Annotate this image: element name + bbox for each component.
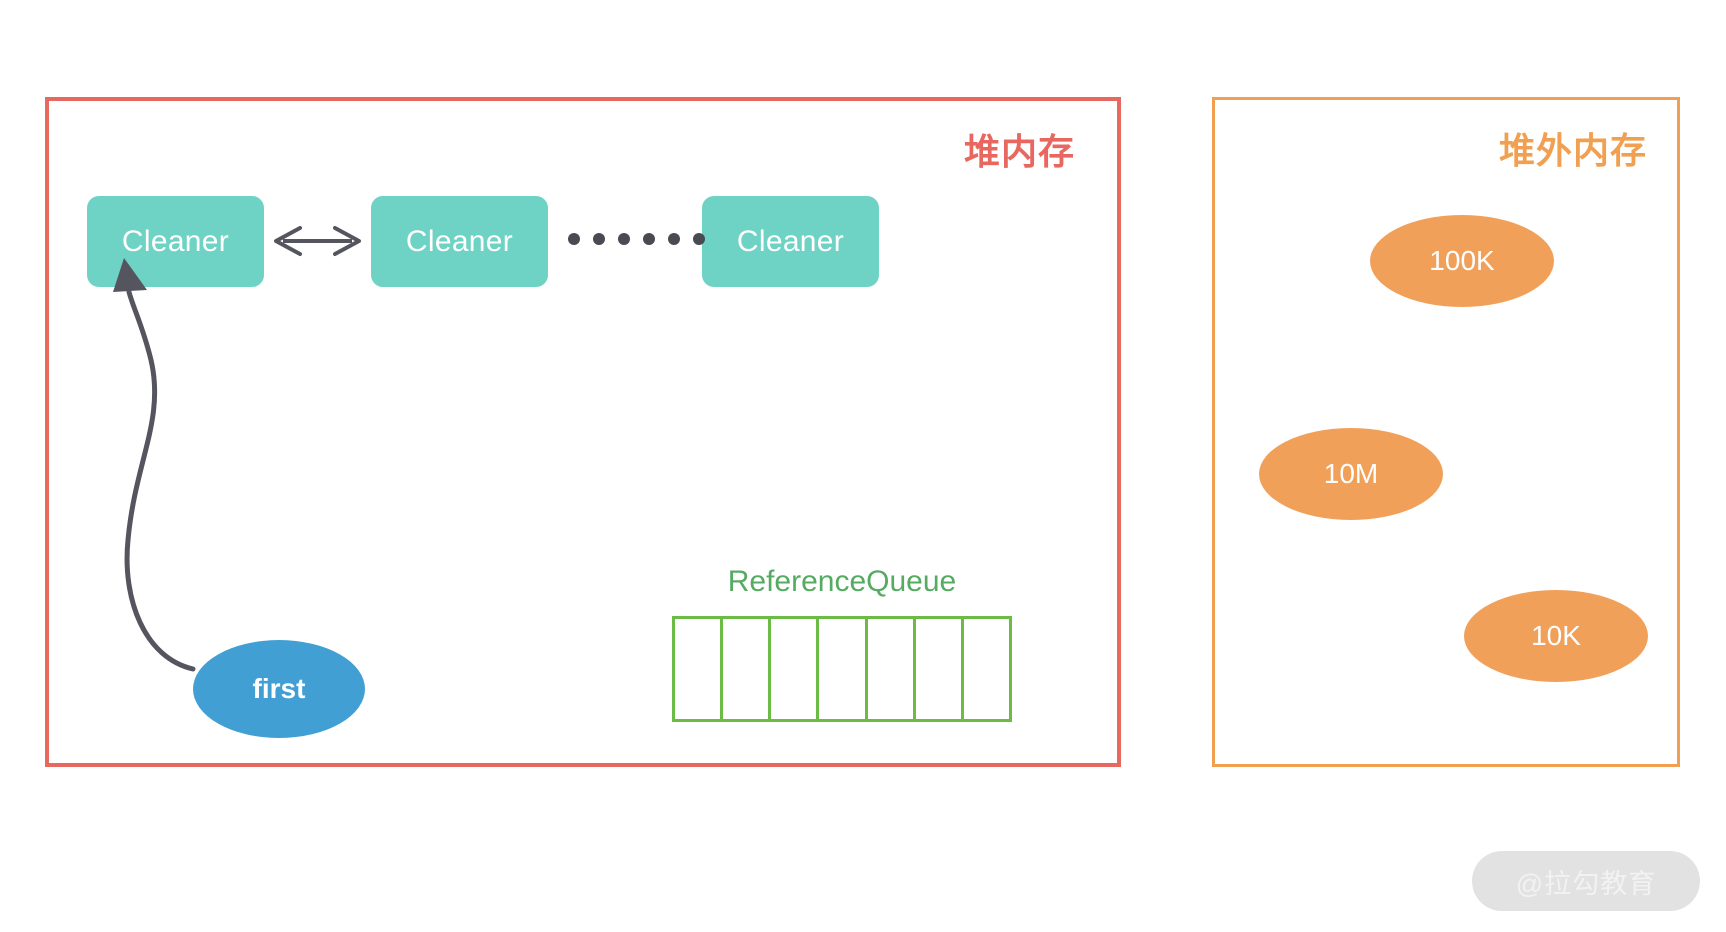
cleaner-node-1: Cleaner	[87, 196, 264, 287]
queue-cell	[964, 619, 1009, 719]
offheap-object-10m: 10M	[1259, 428, 1443, 520]
ellipsis-dot	[668, 233, 680, 245]
ellipsis-dot	[643, 233, 655, 245]
cleaner-node-2: Cleaner	[371, 196, 548, 287]
watermark-text: @拉勾教育	[1515, 868, 1657, 899]
first-reference-node: first	[193, 640, 365, 738]
ellipsis-dot	[568, 233, 580, 245]
ellipsis-dot	[593, 233, 605, 245]
cleaner-node-1-label: Cleaner	[121, 224, 230, 258]
first-reference-label: first	[252, 673, 306, 704]
queue-cell	[868, 619, 916, 719]
offheap-memory-label: 堆外内存	[1498, 130, 1647, 171]
offheap-object-10k: 10K	[1464, 590, 1648, 682]
ellipsis-dot	[618, 233, 630, 245]
cleaner-node-3-label: Cleaner	[736, 224, 845, 258]
offheap-object-10k-label: 10K	[1531, 620, 1581, 651]
watermark: @拉勾教育	[1472, 851, 1700, 911]
heap-memory-label: 堆内存	[963, 131, 1075, 172]
diagram-canvas: 堆内存 Cleaner Cleaner Cleaner first Refere…	[0, 0, 1726, 932]
offheap-object-100k: 100K	[1370, 215, 1554, 307]
cleaner-node-3: Cleaner	[702, 196, 879, 287]
queue-cell	[723, 619, 772, 719]
offheap-object-100k-label: 100K	[1429, 245, 1495, 276]
ellipsis-dot	[693, 233, 705, 245]
offheap-object-10m-label: 10M	[1323, 458, 1379, 489]
ellipsis-dots	[568, 233, 705, 245]
queue-cell	[771, 619, 820, 719]
queue-cell	[675, 619, 724, 719]
cleaner-node-2-label: Cleaner	[405, 224, 514, 258]
queue-cell	[916, 619, 964, 719]
reference-queue-title: ReferenceQueue	[727, 565, 957, 598]
reference-queue-group: ReferenceQueue	[672, 565, 1012, 722]
reference-queue-cells	[672, 616, 1012, 722]
queue-cell	[819, 619, 868, 719]
